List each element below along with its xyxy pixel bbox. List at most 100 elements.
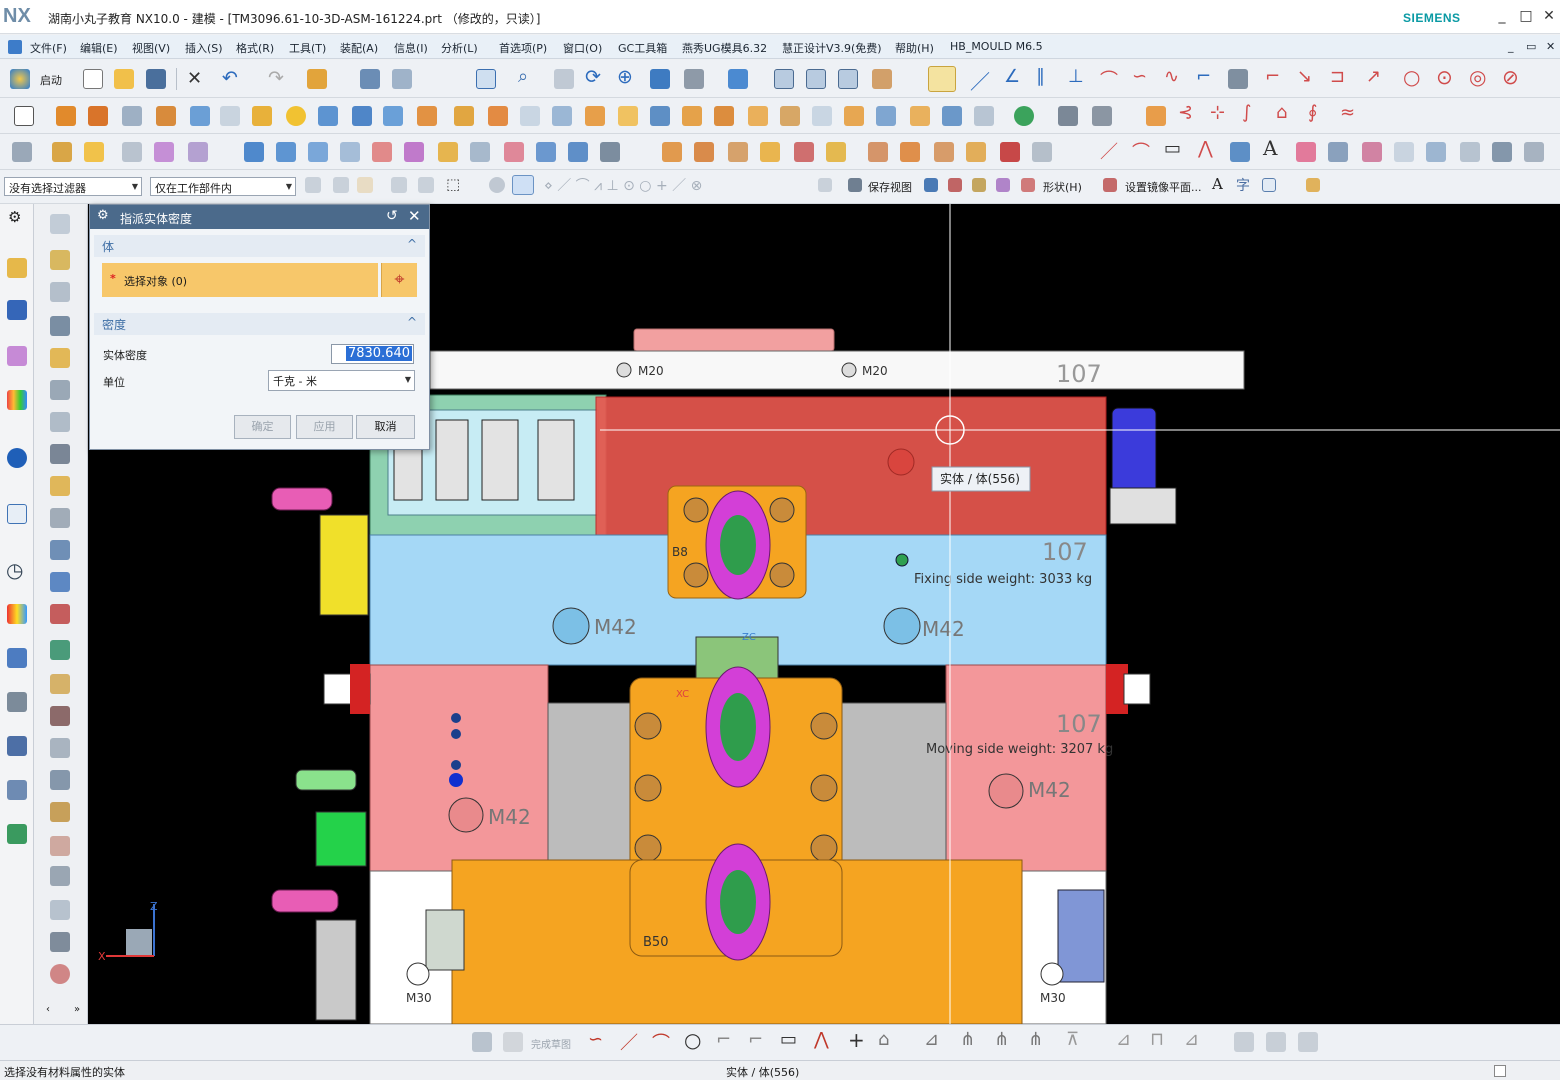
bottom-offset-icon[interactable]: ⌂ — [878, 1029, 889, 1050]
tool-1-icon[interactable] — [50, 214, 70, 234]
cube-icon[interactable] — [352, 106, 372, 126]
wrap-icon[interactable] — [1394, 142, 1414, 162]
mirror-feature-icon[interactable] — [748, 106, 768, 126]
annotation-text-icon[interactable]: A — [1212, 175, 1223, 193]
runner-icon[interactable] — [868, 142, 888, 162]
info-icon[interactable] — [7, 448, 27, 468]
angle-icon[interactable]: ∠ — [1004, 66, 1020, 87]
gate-icon[interactable] — [826, 142, 846, 162]
mesh-surface-icon[interactable] — [308, 142, 328, 162]
ruled-icon[interactable] — [372, 142, 392, 162]
drawing-icon[interactable] — [1032, 142, 1052, 162]
cancel-button[interactable]: 取消 — [356, 415, 415, 439]
offset-surface-icon[interactable] — [568, 142, 588, 162]
select-all-icon[interactable] — [333, 177, 349, 193]
mirror-plane-icon[interactable] — [1103, 178, 1117, 192]
datum-plane-icon[interactable] — [1058, 106, 1078, 126]
menu-edit[interactable]: 编辑(E) — [80, 40, 118, 56]
start-label[interactable]: 启动 — [40, 72, 62, 88]
snap-point-icon[interactable] — [391, 177, 407, 193]
offset-curve-icon[interactable]: ⌐ — [1265, 66, 1280, 87]
bottom-fillet-icon[interactable]: ⌐ — [716, 1029, 731, 1050]
view-front-icon[interactable] — [774, 69, 794, 89]
draft-icon[interactable] — [618, 106, 638, 126]
tool-13-icon[interactable] — [50, 604, 70, 624]
sheet-metal-icon[interactable] — [1524, 142, 1544, 162]
layer-settings-icon[interactable] — [1306, 178, 1320, 192]
marquee-icon[interactable]: ⬚ — [446, 175, 460, 193]
part-navigator-icon[interactable] — [7, 258, 27, 278]
sketch-line-icon[interactable]: ／ — [1100, 138, 1118, 164]
region-icon[interactable] — [1296, 142, 1316, 162]
pan-icon[interactable] — [554, 69, 574, 89]
bottom-arc-icon[interactable]: ⌒ — [652, 1029, 670, 1055]
bottom-settings-icon[interactable] — [1298, 1032, 1318, 1052]
boss-icon[interactable] — [156, 106, 176, 126]
undo-icon[interactable]: ↶ — [222, 67, 238, 89]
bottom-auto-constraint-icon[interactable] — [1234, 1032, 1254, 1052]
menu-tools[interactable]: 工具(T) — [289, 40, 326, 56]
mold-base-icon[interactable] — [694, 142, 714, 162]
tool-24-icon[interactable] — [50, 964, 70, 984]
chamfer-feature-icon[interactable] — [714, 106, 734, 126]
command-finder-icon[interactable] — [307, 69, 327, 89]
hole-icon[interactable] — [122, 106, 142, 126]
spline-icon[interactable]: ∿ — [1164, 66, 1179, 87]
minimize-button[interactable]: _ — [1494, 8, 1510, 24]
chamfer-icon[interactable]: ↗ — [1366, 66, 1381, 87]
type-filter-dropdown[interactable]: 没有选择过滤器 ▼ — [4, 177, 142, 196]
tool-9-icon[interactable] — [50, 476, 70, 496]
tool-20-icon[interactable] — [50, 836, 70, 856]
pattern-feature-icon[interactable] — [780, 106, 800, 126]
swept-icon[interactable] — [340, 142, 360, 162]
redo-icon[interactable]: ↷ — [268, 67, 284, 89]
save-icon[interactable] — [146, 69, 166, 89]
collapse-body-icon[interactable]: ^ — [407, 237, 417, 251]
select-object-row[interactable]: * 选择对象 (0) — [102, 263, 378, 297]
menu-view[interactable]: 视图(V) — [132, 40, 170, 56]
array-component-icon[interactable] — [188, 142, 208, 162]
bottom-dimension-icon[interactable]: ⊓ — [1150, 1029, 1164, 1050]
tool-11-icon[interactable] — [50, 540, 70, 560]
surface-icon[interactable] — [276, 142, 296, 162]
snap-toggle-icon[interactable] — [818, 178, 832, 192]
perpendicular-icon[interactable]: ⊥ — [1068, 66, 1084, 87]
web-browser-icon[interactable] — [7, 504, 27, 524]
app-menu-icon[interactable] — [8, 40, 22, 54]
tool-17-icon[interactable] — [50, 738, 70, 758]
fillet-icon[interactable]: ∽ — [1132, 66, 1147, 87]
line-icon[interactable]: ／ — [970, 66, 990, 95]
grid-icon[interactable] — [1262, 178, 1276, 192]
density-section-header[interactable]: 密度 ^ — [94, 313, 425, 335]
pocket-mold-icon[interactable] — [966, 142, 986, 162]
bottom-corner-icon[interactable]: ⋔ — [994, 1029, 1009, 1050]
render-style-icon[interactable] — [684, 69, 704, 89]
menu-huizheng-design[interactable]: 慧正设计V3.9(免费) — [782, 40, 882, 56]
bottom-extend-icon[interactable]: ⋔ — [960, 1029, 975, 1050]
expand-bar-icon[interactable]: » — [74, 1004, 80, 1015]
bottom-constraint-icon[interactable]: ⊿ — [1184, 1029, 1199, 1050]
sew-icon[interactable] — [844, 106, 864, 126]
bottom-relations-icon[interactable] — [1266, 1032, 1286, 1052]
close-dialog-icon[interactable]: ✕ — [408, 207, 421, 225]
ejector-icon[interactable] — [760, 142, 780, 162]
circle-center-icon[interactable]: ⊙ — [1436, 65, 1453, 89]
tool-15-icon[interactable] — [50, 674, 70, 694]
arc-icon[interactable]: ⌒ — [1100, 66, 1118, 92]
sketch-arc-icon[interactable]: ⌒ — [1132, 138, 1150, 164]
bottom-pattern-icon[interactable]: ⊼ — [1066, 1029, 1079, 1050]
revolve-icon[interactable] — [88, 106, 108, 126]
apply-button[interactable]: 应用 — [296, 415, 353, 439]
bend-icon[interactable] — [1492, 142, 1512, 162]
tool-2-icon[interactable] — [50, 250, 70, 270]
tool-18-icon[interactable] — [50, 770, 70, 790]
bottom-rectangle-icon[interactable]: ▭ — [780, 1029, 797, 1050]
rotate-icon[interactable]: ⟳ — [585, 66, 601, 88]
bottom-line-icon[interactable]: ／ — [620, 1029, 638, 1055]
curve-on-face-icon[interactable]: ⊰ — [1178, 102, 1193, 123]
shell-icon[interactable] — [650, 106, 670, 126]
cylinder-icon[interactable] — [318, 106, 338, 126]
save-view-label[interactable]: 保存视图 — [868, 179, 912, 195]
save-view-icon[interactable] — [848, 178, 862, 192]
constraint-icon[interactable] — [84, 142, 104, 162]
